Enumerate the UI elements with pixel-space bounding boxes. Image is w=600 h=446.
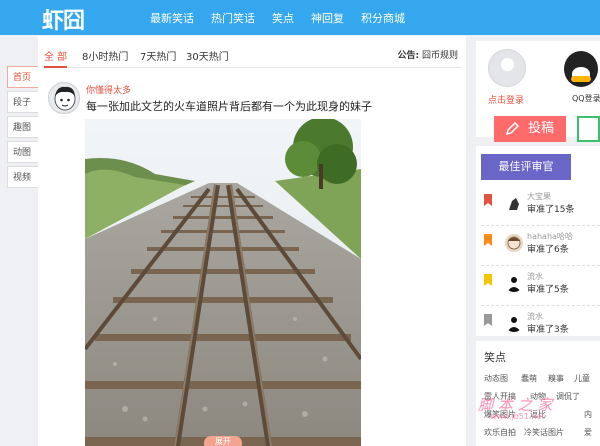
filter-8h[interactable]: 8小时热门 — [82, 48, 128, 63]
filter-bar: 全 部 8小时热门 7天热门 30天热门 公告: 囧币规则 — [44, 46, 462, 68]
post-title[interactable]: 每一张加此文艺的火车道照片背后都有一个为此现身的妹子 — [86, 98, 372, 114]
right-sidebar: 点击登录 QQ登录 投稿 最佳评审官 大宝果 审准了15条 hahaha哈哈 审… — [476, 36, 600, 446]
reviewer-avatar — [505, 314, 523, 332]
joke-tag[interactable]: 爱 — [584, 427, 592, 438]
reviewer-count: 审准了5条 — [527, 285, 569, 295]
filter-all[interactable]: 全 部 — [44, 48, 68, 68]
reviewer-avatar — [505, 274, 523, 292]
reviewer-count: 审准了3条 — [527, 325, 569, 335]
reviewer-row[interactable]: hahaha哈哈 审准了6条 — [481, 226, 600, 266]
author-avatar[interactable] — [48, 82, 80, 114]
notice-text[interactable]: 囧币规则 — [422, 51, 458, 61]
nav-latest[interactable]: 最新笑话 — [150, 10, 194, 26]
reviewer-count: 审准了15条 — [527, 205, 575, 215]
best-reviewers-title: 最佳评审官 — [481, 154, 571, 180]
default-avatar-icon[interactable] — [488, 49, 526, 87]
checkin-button[interactable] — [577, 116, 600, 142]
rank-flag-icon — [484, 314, 492, 326]
joke-tag[interactable]: 糗事 — [548, 373, 564, 384]
rank-flag-icon — [484, 274, 492, 286]
reviewer-row[interactable]: 流水 审准了5条 — [481, 266, 600, 306]
joke-tag[interactable]: 调侃了 — [556, 391, 580, 402]
joke-tag[interactable]: 冷笑话图片 — [524, 427, 564, 438]
joke-tag[interactable]: 蠢萌 — [521, 373, 537, 384]
login-link[interactable]: 点击登录 — [488, 93, 524, 106]
filter-30d[interactable]: 30天热门 — [186, 48, 229, 63]
reviewer-row[interactable]: 大宝果 审准了15条 — [481, 186, 600, 226]
pencil-icon — [505, 121, 520, 136]
watermark-url: www.jb51.net — [490, 412, 545, 421]
filter-7d[interactable]: 7天热门 — [140, 48, 176, 63]
login-box: 点击登录 QQ登录 投稿 — [476, 41, 600, 142]
tab-jokes[interactable]: 段子 — [7, 91, 39, 113]
post-image[interactable] — [85, 119, 361, 446]
rank-flag-icon — [484, 234, 492, 246]
reviewer-avatar — [505, 194, 523, 212]
best-reviewers-panel: 最佳评审官 大宝果 审准了15条 hahaha哈哈 审准了6条 流水 审准了5条 — [476, 146, 600, 336]
site-logo[interactable]: 虾囧 — [42, 3, 85, 35]
reviewer-name: 大宝果 — [527, 192, 551, 201]
submit-label: 投稿 — [528, 121, 555, 136]
reviewer-avatar — [505, 234, 523, 252]
submit-post-button[interactable]: 投稿 — [494, 116, 566, 142]
main-nav: 最新笑话 热门笑话 笑点 神回复 积分商城 — [150, 10, 422, 26]
category-tabs: 首页 段子 趣图 动图 视频 — [7, 66, 39, 191]
nav-mall[interactable]: 积分商城 — [361, 10, 405, 26]
reviewer-count: 审准了6条 — [527, 245, 569, 255]
reviewer-row[interactable]: 流水 审准了3条 — [481, 306, 600, 346]
tab-gifs[interactable]: 动图 — [7, 141, 39, 163]
author-name[interactable]: 你懂得太多 — [86, 83, 131, 96]
nav-hot[interactable]: 热门笑话 — [211, 10, 255, 26]
nav-replies[interactable]: 神回复 — [311, 10, 344, 26]
joke-tag[interactable]: 欢乐自拍 — [484, 427, 516, 438]
qq-login-label[interactable]: QQ登录 — [572, 93, 600, 104]
top-bar: 虾囧 最新笑话 热门笑话 笑点 神回复 积分商城 — [0, 0, 600, 35]
qq-penguin-icon[interactable] — [564, 51, 598, 87]
tab-pics[interactable]: 趣图 — [7, 116, 39, 138]
notice[interactable]: 公告: 囧币规则 — [398, 48, 459, 61]
reviewer-name: hahaha哈哈 — [527, 232, 573, 241]
tab-home[interactable]: 首页 — [7, 66, 39, 88]
reviewer-name: 流水 — [527, 312, 543, 321]
notice-label: 公告: — [397, 51, 420, 61]
reviewer-name: 流水 — [527, 272, 543, 281]
rank-flag-icon — [484, 194, 492, 206]
main-feed: 全 部 8小时热门 7天热门 30天热门 公告: 囧币规则 你懂得太多 每一张加… — [38, 36, 466, 446]
nav-points[interactable]: 笑点 — [272, 10, 294, 26]
joke-tag[interactable]: 动态图 — [484, 373, 508, 384]
joke-tags-title: 笑点 — [484, 351, 506, 364]
tab-videos[interactable]: 视频 — [7, 166, 39, 188]
joke-tag[interactable]: 儿童 — [574, 373, 590, 384]
joke-tag[interactable]: 内 — [584, 409, 592, 420]
expand-tab[interactable]: 展开 — [204, 436, 242, 446]
